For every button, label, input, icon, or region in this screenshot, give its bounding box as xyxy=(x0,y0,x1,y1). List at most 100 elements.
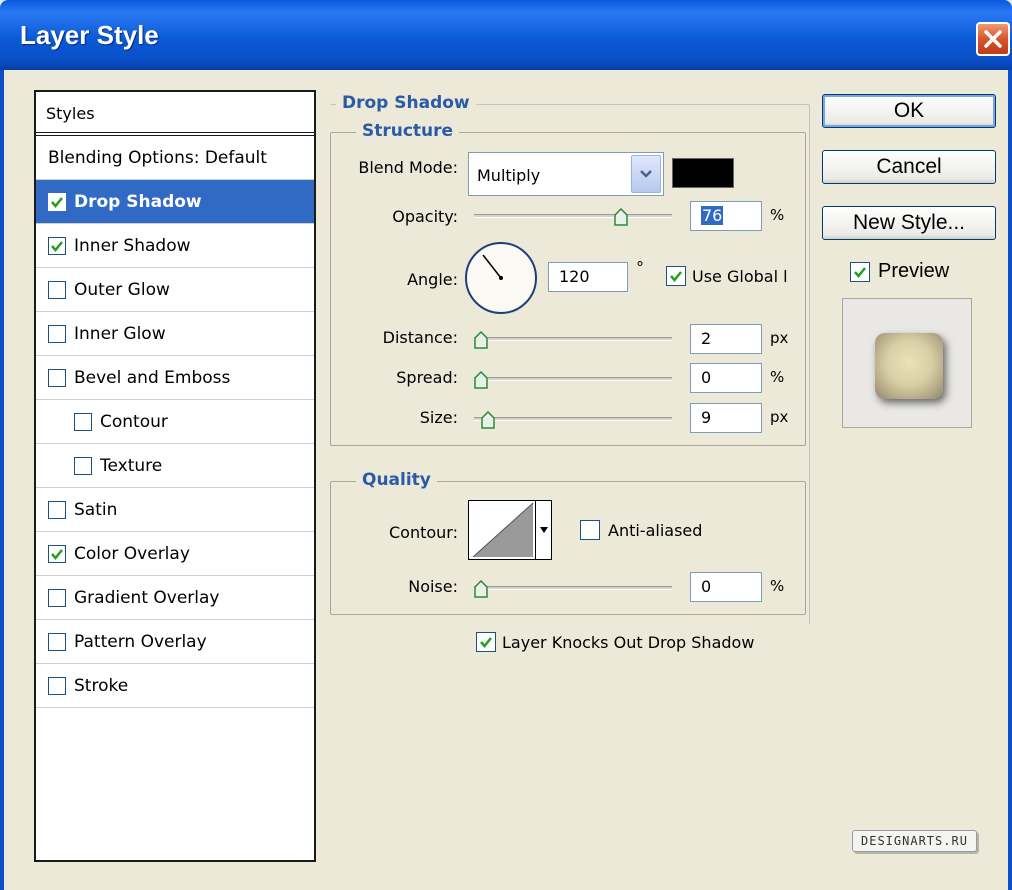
opacity-unit: % xyxy=(770,206,785,224)
style-item-label: Texture xyxy=(100,455,163,476)
style-item-label: Outer Glow xyxy=(74,279,170,300)
dropdown-arrow-icon xyxy=(539,527,548,533)
spread-field[interactable]: 0 xyxy=(690,363,762,393)
blend-mode-value: Multiply xyxy=(477,166,541,185)
style-item-pattern-overlay[interactable]: Pattern Overlay xyxy=(36,620,314,664)
distance-unit: px xyxy=(770,329,789,347)
style-item-label: Inner Shadow xyxy=(74,235,191,256)
anti-aliased-checkbox[interactable]: Anti-aliased xyxy=(580,520,702,540)
opacity-slider[interactable] xyxy=(474,214,672,218)
opacity-field[interactable]: 76 xyxy=(690,201,762,231)
distance-slider[interactable] xyxy=(474,337,672,341)
angle-field[interactable]: 120 xyxy=(548,262,628,292)
size-field[interactable]: 9 xyxy=(690,403,762,433)
distance-field[interactable]: 2 xyxy=(690,324,762,354)
checkbox[interactable] xyxy=(48,236,66,255)
blend-mode-dropdown-button[interactable] xyxy=(631,155,661,193)
checkmark-icon xyxy=(670,271,682,282)
contour-dropdown-button[interactable] xyxy=(535,501,551,559)
styles-list: Styles Blending Options: Default Drop Sha… xyxy=(34,90,316,862)
layer-knocks-out-checkbox[interactable]: Layer Knocks Out Drop Shadow xyxy=(476,632,754,652)
spread-slider[interactable] xyxy=(474,377,672,381)
checkmark-icon xyxy=(480,637,492,648)
blend-mode-select[interactable]: Multiply xyxy=(468,152,664,196)
style-item-color-overlay[interactable]: Color Overlay xyxy=(36,532,314,576)
size-label: Size: xyxy=(419,408,458,427)
ok-button[interactable]: OK xyxy=(822,94,996,128)
checkbox[interactable] xyxy=(48,280,66,299)
opacity-value: 76 xyxy=(701,206,724,225)
checkbox[interactable] xyxy=(666,266,686,286)
anti-aliased-label: Anti-aliased xyxy=(608,520,703,540)
checkbox[interactable] xyxy=(48,676,66,695)
checkbox[interactable] xyxy=(580,520,600,540)
checkmark-icon xyxy=(51,196,63,208)
styles-header[interactable]: Styles xyxy=(36,92,314,136)
spread-label: Spread: xyxy=(396,368,458,387)
noise-slider-thumb[interactable] xyxy=(474,580,488,598)
new-style-button[interactable]: New Style... xyxy=(822,206,996,240)
noise-label: Noise: xyxy=(408,577,458,596)
cancel-button[interactable]: Cancel xyxy=(822,150,996,184)
style-item-label: Pattern Overlay xyxy=(74,631,207,652)
distance-slider-thumb[interactable] xyxy=(474,331,488,349)
style-item-blending-options-default[interactable]: Blending Options: Default xyxy=(36,136,314,180)
style-item-texture[interactable]: Texture xyxy=(36,444,314,488)
title-bar: Layer Style xyxy=(0,0,1012,70)
checkbox[interactable] xyxy=(850,261,870,282)
angle-unit: ° xyxy=(636,258,644,277)
angle-label: Angle: xyxy=(407,270,458,289)
preview-label: Preview xyxy=(878,260,950,282)
checkbox[interactable] xyxy=(48,588,66,607)
style-item-bevel-and-emboss[interactable]: Bevel and Emboss xyxy=(36,356,314,400)
style-item-drop-shadow[interactable]: Drop Shadow xyxy=(36,180,314,224)
quality-title: Quality xyxy=(356,470,437,490)
style-item-contour[interactable]: Contour xyxy=(36,400,314,444)
structure-title: Structure xyxy=(356,121,460,141)
style-item-gradient-overlay[interactable]: Gradient Overlay xyxy=(36,576,314,620)
style-item-stroke[interactable]: Stroke xyxy=(36,664,314,708)
angle-dial[interactable] xyxy=(463,240,539,316)
style-item-label: Bevel and Emboss xyxy=(74,367,231,388)
checkbox[interactable] xyxy=(48,500,66,519)
style-item-label: Blending Options: Default xyxy=(48,147,267,168)
drop-shadow-title: Drop Shadow xyxy=(336,93,476,113)
size-slider[interactable] xyxy=(474,417,672,421)
spread-slider-thumb[interactable] xyxy=(474,371,488,389)
layer-knocks-out-label: Layer Knocks Out Drop Shadow xyxy=(502,632,755,652)
styles-items: Blending Options: Default Drop Shadow Inne… xyxy=(36,136,314,708)
opacity-slider-thumb[interactable] xyxy=(614,208,628,226)
style-item-inner-glow[interactable]: Inner Glow xyxy=(36,312,314,356)
noise-slider[interactable] xyxy=(474,586,672,590)
checkbox[interactable] xyxy=(48,192,66,211)
size-slider-thumb[interactable] xyxy=(481,411,496,429)
checkbox[interactable] xyxy=(48,368,66,387)
style-item-satin[interactable]: Satin xyxy=(36,488,314,532)
shadow-color-swatch[interactable] xyxy=(672,158,734,188)
checkbox[interactable] xyxy=(48,544,66,563)
checkbox[interactable] xyxy=(48,324,66,343)
close-icon xyxy=(984,30,1002,48)
checkbox[interactable] xyxy=(74,456,92,475)
use-global-light-label: Use Global l xyxy=(692,266,788,286)
style-item-label: Inner Glow xyxy=(74,323,166,344)
contour-picker[interactable] xyxy=(468,500,552,560)
close-button[interactable] xyxy=(976,22,1010,56)
preview-swatch xyxy=(875,333,943,399)
checkbox[interactable] xyxy=(476,632,496,652)
checkmark-icon xyxy=(854,266,866,278)
style-item-label: Stroke xyxy=(74,675,129,696)
style-item-inner-shadow[interactable]: Inner Shadow xyxy=(36,224,314,268)
preview-checkbox[interactable]: Preview xyxy=(850,260,949,283)
style-item-outer-glow[interactable]: Outer Glow xyxy=(36,268,314,312)
use-global-light-checkbox[interactable]: Use Global l xyxy=(666,266,788,286)
noise-field[interactable]: 0 xyxy=(690,572,762,602)
noise-unit: % xyxy=(770,577,785,595)
checkbox[interactable] xyxy=(74,412,92,431)
watermark-logo: DESIGNARTS.RU xyxy=(852,830,977,852)
checkbox[interactable] xyxy=(48,632,66,651)
window-title: Layer Style xyxy=(20,20,159,50)
distance-label: Distance: xyxy=(382,328,458,347)
contour-label: Contour: xyxy=(389,523,458,542)
blend-mode-label: Blend Mode: xyxy=(358,158,458,177)
